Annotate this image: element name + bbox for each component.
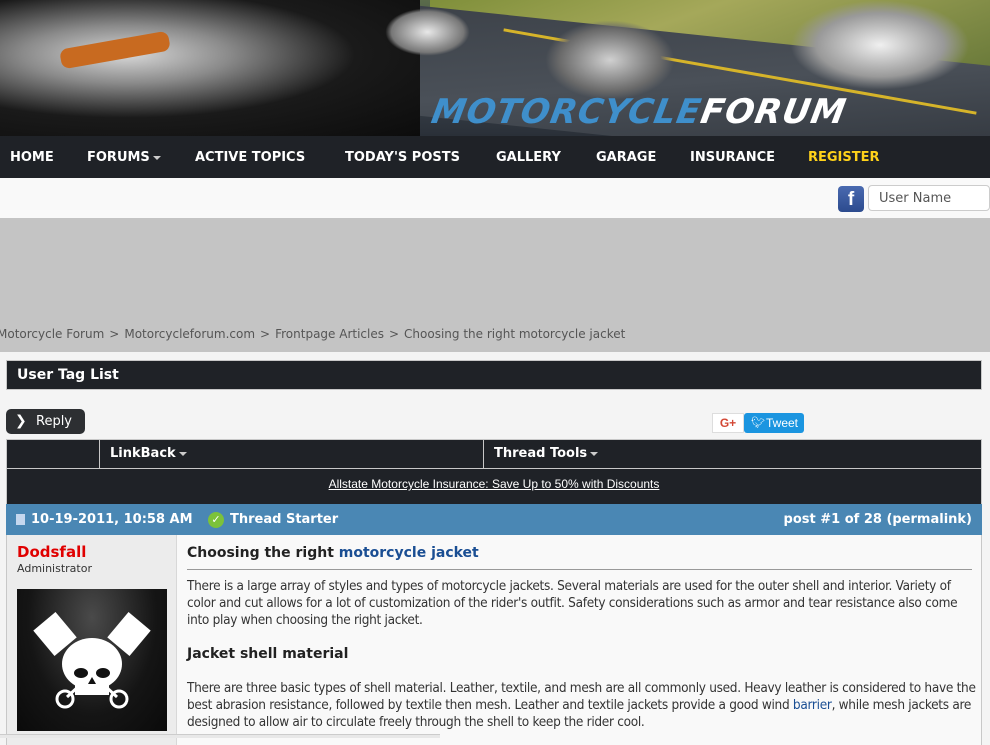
chevron-right-icon: ❯ <box>15 413 27 429</box>
nav-todays-posts[interactable]: TODAY'S POSTS <box>345 150 460 165</box>
banner-sidecar-image <box>545 20 675 100</box>
user-tag-list-title: User Tag List <box>17 367 119 383</box>
post-document-icon <box>16 514 25 525</box>
post-paragraph: There are three basic types of shell mat… <box>187 680 977 731</box>
nav-forums-label: FORUMS <box>87 150 150 165</box>
barrier-link[interactable]: barrier <box>793 697 832 713</box>
thread-tools-menu[interactable]: Thread Tools <box>494 446 599 461</box>
tweet-button[interactable]: 🐦︎ Tweet <box>744 413 804 433</box>
thread-starter-label: Thread Starter <box>230 512 339 527</box>
nav-gallery[interactable]: GALLERY <box>496 150 561 165</box>
nav-active-topics[interactable]: ACTIVE TOPICS <box>195 150 305 165</box>
tweet-label: Tweet <box>766 416 799 430</box>
post-title-text: Choosing the right <box>187 545 339 561</box>
skull-pistons-icon <box>33 612 151 709</box>
nav-register[interactable]: REGISTER <box>808 150 880 165</box>
divider <box>99 440 100 468</box>
nav-home[interactable]: HOME <box>10 150 54 165</box>
thread-tools-bar: LinkBack Thread Tools <box>6 439 982 469</box>
insurance-ad-link[interactable]: Allstate Motorcycle Insurance: Save Up t… <box>7 477 981 491</box>
breadcrumb: Motorcycle Forum > Motorcycleforum.com > Fro… <box>0 327 625 341</box>
breadcrumb-separator: > <box>388 327 400 341</box>
post-header: 10-19-2011, 10:58 AM ✓ Thread Starter po… <box>6 504 982 535</box>
google-plus-share-button[interactable]: G+ <box>712 413 744 433</box>
logo-text-forum: FORUM <box>697 92 850 132</box>
main-navigation: HOME FORUMS ACTIVE TOPICS TODAY'S POSTS … <box>0 136 990 178</box>
logo-text-motorcycle: MOTORCYCLE <box>428 92 705 132</box>
reply-label: Reply <box>36 414 73 429</box>
horizontal-scrollbar[interactable] <box>0 734 440 738</box>
breadcrumb-separator: > <box>109 327 120 341</box>
user-tag-list-bar[interactable]: User Tag List <box>6 360 982 390</box>
nav-garage[interactable]: GARAGE <box>596 150 656 165</box>
linkback-label: LinkBack <box>110 446 176 461</box>
nav-insurance[interactable]: INSURANCE <box>690 150 775 165</box>
section-heading: Jacket shell material <box>187 646 349 662</box>
post-title-link[interactable]: motorcycle jacket <box>339 545 479 561</box>
author-username[interactable]: Dodsfall <box>17 543 86 561</box>
divider <box>483 440 484 468</box>
username-input[interactable] <box>868 185 990 211</box>
caret-down-icon <box>590 451 599 456</box>
site-logo[interactable]: MOTORCYCLEFORUM <box>428 92 849 132</box>
banner-touring-bike-image <box>790 0 970 90</box>
caret-down-icon <box>178 451 187 456</box>
banner-motorcycle-image <box>0 0 420 136</box>
post-body: Dodsfall Administrator Choosing the righ… <box>6 535 982 745</box>
twitter-bird-icon: 🐦︎ <box>751 417 765 429</box>
banner-motorcycle-image <box>385 8 470 56</box>
post-paragraph: There is a large array of styles and typ… <box>187 578 958 628</box>
breadcrumb-item[interactable]: Motorcycleforum.com <box>124 327 255 341</box>
breadcrumb-current: Choosing the right motorcycle jacket <box>404 327 626 341</box>
breadcrumb-item[interactable]: Frontpage Articles <box>275 327 384 341</box>
nav-forums[interactable]: FORUMS <box>87 150 161 165</box>
title-divider <box>187 569 972 570</box>
post-date: 10-19-2011, 10:58 AM <box>31 512 193 527</box>
post-author-column: Dodsfall Administrator <box>7 535 177 745</box>
caret-down-icon <box>152 155 161 160</box>
facebook-login-icon[interactable]: f <box>838 186 864 212</box>
banner-turn-signal <box>59 30 171 70</box>
breadcrumb-separator: > <box>260 327 271 341</box>
post-title: Choosing the right motorcycle jacket <box>187 545 479 561</box>
post-permalink[interactable]: post #1 of 28 (permalink) <box>784 512 972 527</box>
reply-button[interactable]: ❯ Reply <box>6 409 85 434</box>
thread-tools-label: Thread Tools <box>494 446 588 461</box>
avatar[interactable] <box>17 589 167 731</box>
author-role: Administrator <box>17 562 92 575</box>
checkmark-badge-icon: ✓ <box>208 512 224 528</box>
linkback-menu[interactable]: LinkBack <box>110 446 187 461</box>
site-banner[interactable]: MOTORCYCLEFORUM <box>0 0 990 136</box>
breadcrumb-item[interactable]: Motorcycle Forum <box>0 327 104 341</box>
sponsored-link-row: Allstate Motorcycle Insurance: Save Up t… <box>6 469 982 504</box>
